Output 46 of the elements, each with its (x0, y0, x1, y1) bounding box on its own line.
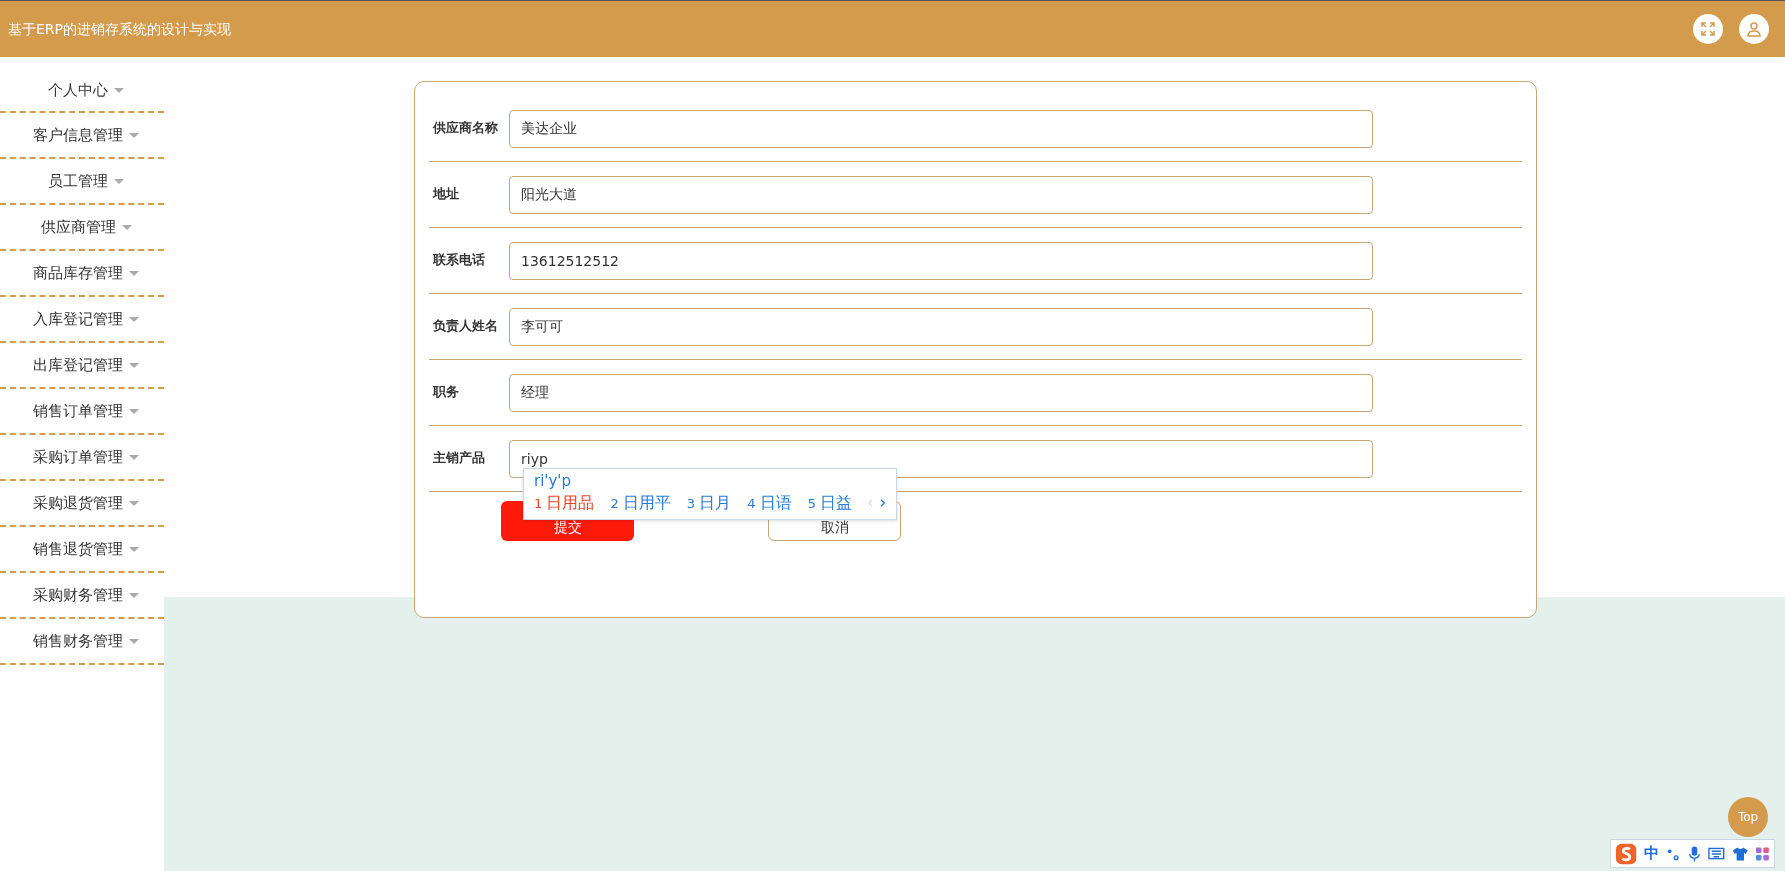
caret-icon (129, 132, 139, 138)
sidebar-item[interactable]: 采购退货管理 (25, 491, 139, 515)
caret-icon (129, 592, 139, 598)
sidebar-item[interactable]: 采购财务管理 (25, 583, 139, 607)
input-mode-toggle[interactable]: 中 (1644, 842, 1660, 865)
field-label: 供应商名称 (432, 119, 499, 138)
sidebar-item[interactable]: 供应商管理 (32, 215, 132, 239)
field-label: 职务 (432, 383, 460, 402)
caret-icon (129, 546, 139, 552)
caret-icon (129, 454, 139, 460)
caret-icon (129, 638, 139, 644)
sidebar-item[interactable]: 销售订单管理 (25, 399, 139, 423)
sidebar-item[interactable]: 商品库存管理 (25, 261, 139, 285)
field-label: 负责人姓名 (432, 317, 499, 336)
input-field[interactable]: 阳光大道 (509, 175, 1373, 214)
input-field[interactable]: 李可可 (509, 307, 1373, 346)
microphone-icon[interactable] (1688, 844, 1701, 863)
ime-candidate[interactable]: 3 日月 (686, 491, 732, 515)
sidebar-item[interactable]: 员工管理 (40, 169, 124, 193)
caret-icon (129, 316, 139, 322)
caret-icon (129, 270, 139, 276)
field-label: 联系电话 (432, 251, 486, 270)
sidebar-item[interactable]: 销售退货管理 (25, 537, 139, 561)
expand-icon (1700, 21, 1716, 37)
sidebar-item[interactable]: 采购订单管理 (25, 445, 139, 469)
grid-icon[interactable] (1755, 845, 1770, 862)
field-label: 主销产品 (432, 449, 486, 468)
input-field[interactable]: 美达企业 (509, 109, 1373, 148)
input-field[interactable]: 13612512512 (509, 241, 1373, 280)
sidebar-item[interactable]: 入库登记管理 (25, 307, 139, 331)
user-icon (1746, 21, 1762, 37)
sidebar-item[interactable]: 出库登记管理 (25, 353, 139, 377)
shirt-icon[interactable] (1731, 845, 1749, 862)
caret-icon (114, 178, 124, 184)
caret-icon (129, 500, 139, 506)
sidebar-item[interactable]: 个人中心 (40, 78, 124, 102)
sidebar-item[interactable]: 客户信息管理 (25, 123, 139, 147)
field-label: 地址 (431, 185, 460, 204)
caret-icon (114, 87, 124, 93)
input-field[interactable]: 经理 (509, 373, 1373, 412)
app-title: 基于ERP的进销存系统的设计与实现 (8, 19, 231, 39)
caret-icon (129, 362, 139, 368)
keyboard-icon[interactable] (1707, 845, 1725, 862)
caret-icon (129, 408, 139, 414)
sidebar-item[interactable]: 销售财务管理 (25, 629, 139, 653)
caret-icon (121, 224, 132, 230)
